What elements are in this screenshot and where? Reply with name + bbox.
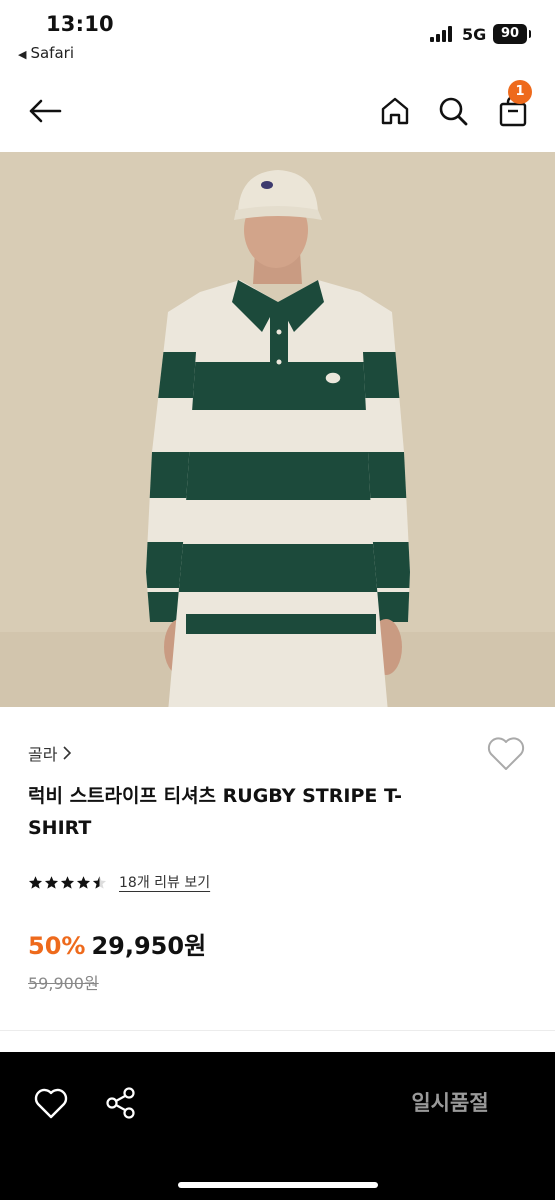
search-button[interactable] (430, 88, 476, 134)
rating-row: 18개 리뷰 보기 (28, 872, 210, 892)
back-to-app-link[interactable]: ◀ Safari (18, 44, 74, 62)
home-indicator (178, 1182, 378, 1188)
product-image[interactable] (0, 152, 555, 707)
search-icon (439, 97, 468, 126)
star-rating (28, 875, 107, 890)
battery-icon: 90 (493, 24, 531, 44)
share-icon (106, 1087, 135, 1119)
original-price: 59,900원 (28, 974, 99, 993)
home-button[interactable] (372, 88, 418, 134)
chevron-right-icon (63, 746, 72, 760)
wishlist-button[interactable] (486, 736, 526, 772)
back-app-label: Safari (30, 44, 74, 62)
network-label: 5G (462, 25, 487, 44)
back-button[interactable] (22, 88, 68, 134)
soldout-button[interactable]: 일시품절 (370, 1080, 530, 1124)
status-time: 13:10 (46, 12, 114, 36)
share-button[interactable] (102, 1084, 140, 1122)
star-icon (44, 875, 59, 889)
cart-count-badge: 1 (508, 80, 532, 104)
review-link[interactable]: 18개 리뷰 보기 (119, 872, 210, 892)
model-photo (0, 152, 555, 707)
bottom-action-bar: 일시품절 (0, 1052, 555, 1200)
brand-link[interactable]: 골라 (28, 741, 72, 765)
star-icon (60, 875, 75, 889)
sale-price: 29,950원 (91, 932, 207, 960)
product-title: 럭비 스트라이프 티셔츠 RUGBY STRIPE T-SHIRT (28, 785, 403, 839)
discount-rate: 50% (28, 932, 86, 960)
half-star-icon (92, 875, 107, 889)
star-icon (28, 875, 43, 889)
home-icon (381, 97, 409, 125)
arrow-left-icon (29, 99, 62, 123)
heart-outline-icon (487, 737, 525, 770)
heart-outline-icon (34, 1088, 68, 1119)
battery-level: 90 (500, 26, 520, 41)
price-row: 50% 29,950원 (28, 926, 206, 961)
star-icon (76, 875, 91, 889)
divider (0, 1030, 555, 1031)
like-button[interactable] (32, 1084, 70, 1122)
back-triangle-icon: ◀ (18, 48, 27, 61)
signal-icon (430, 26, 454, 42)
brand-name: 골라 (28, 745, 58, 764)
status-bar: 13:10 ◀ Safari 5G 90 (0, 0, 555, 70)
top-nav (0, 70, 555, 152)
